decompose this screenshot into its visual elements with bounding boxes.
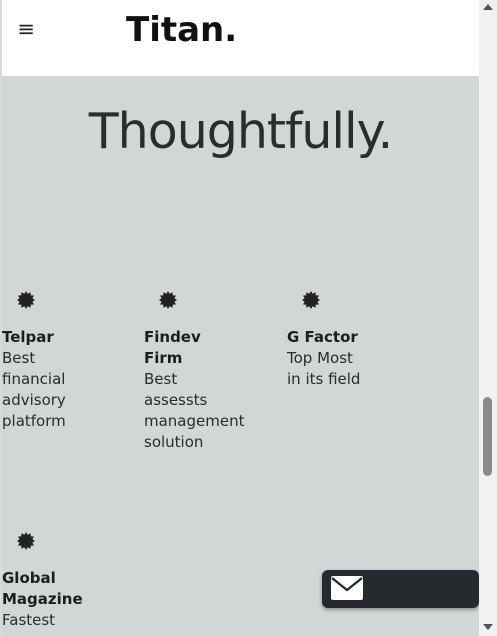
page-viewport: ≡ Titan. Thoughtfully. Telpar Best finan… [2, 0, 479, 636]
feature-findev-firm: Findev Firm Best assessts management sol… [144, 290, 254, 460]
navbar: ≡ Titan. [2, 0, 479, 76]
feature-description: Best assessts management solution [144, 370, 245, 451]
hero-title: Thoughtfully. [88, 103, 394, 160]
brand-logo[interactable]: Titan. [126, 8, 237, 52]
scrollbar-thumb[interactable] [483, 397, 492, 476]
feature-description: Top Most in its field [287, 349, 361, 388]
hamburger-menu-icon[interactable]: ≡ [16, 17, 36, 41]
feature-description: Best financial advisory platform [2, 349, 66, 430]
feature-telpar: Telpar Best financial advisory platform [2, 290, 112, 440]
feature-g-factor: G Factor Top Most in its field [287, 290, 397, 400]
seal-badge-icon [159, 291, 177, 309]
feature-name: Global Magazine [2, 569, 83, 608]
feature-name: Telpar [2, 328, 54, 346]
feature-name: Findev Firm [144, 328, 201, 367]
browser-window: ≡ Titan. Thoughtfully. Telpar Best finan… [0, 0, 497, 636]
feature-global-magazine: Global Magazine Fastest [2, 531, 112, 636]
vertical-scrollbar[interactable] [479, 0, 497, 636]
feature-description: Fastest [2, 611, 56, 629]
contact-email-button[interactable] [322, 570, 479, 608]
seal-badge-icon [302, 291, 320, 309]
seal-badge-icon [17, 532, 35, 550]
envelope-icon [331, 576, 363, 600]
seal-badge-icon [17, 291, 35, 309]
scroll-down-arrow-icon[interactable] [483, 624, 493, 630]
scroll-up-arrow-icon[interactable] [483, 4, 493, 10]
feature-name: G Factor [287, 328, 358, 346]
